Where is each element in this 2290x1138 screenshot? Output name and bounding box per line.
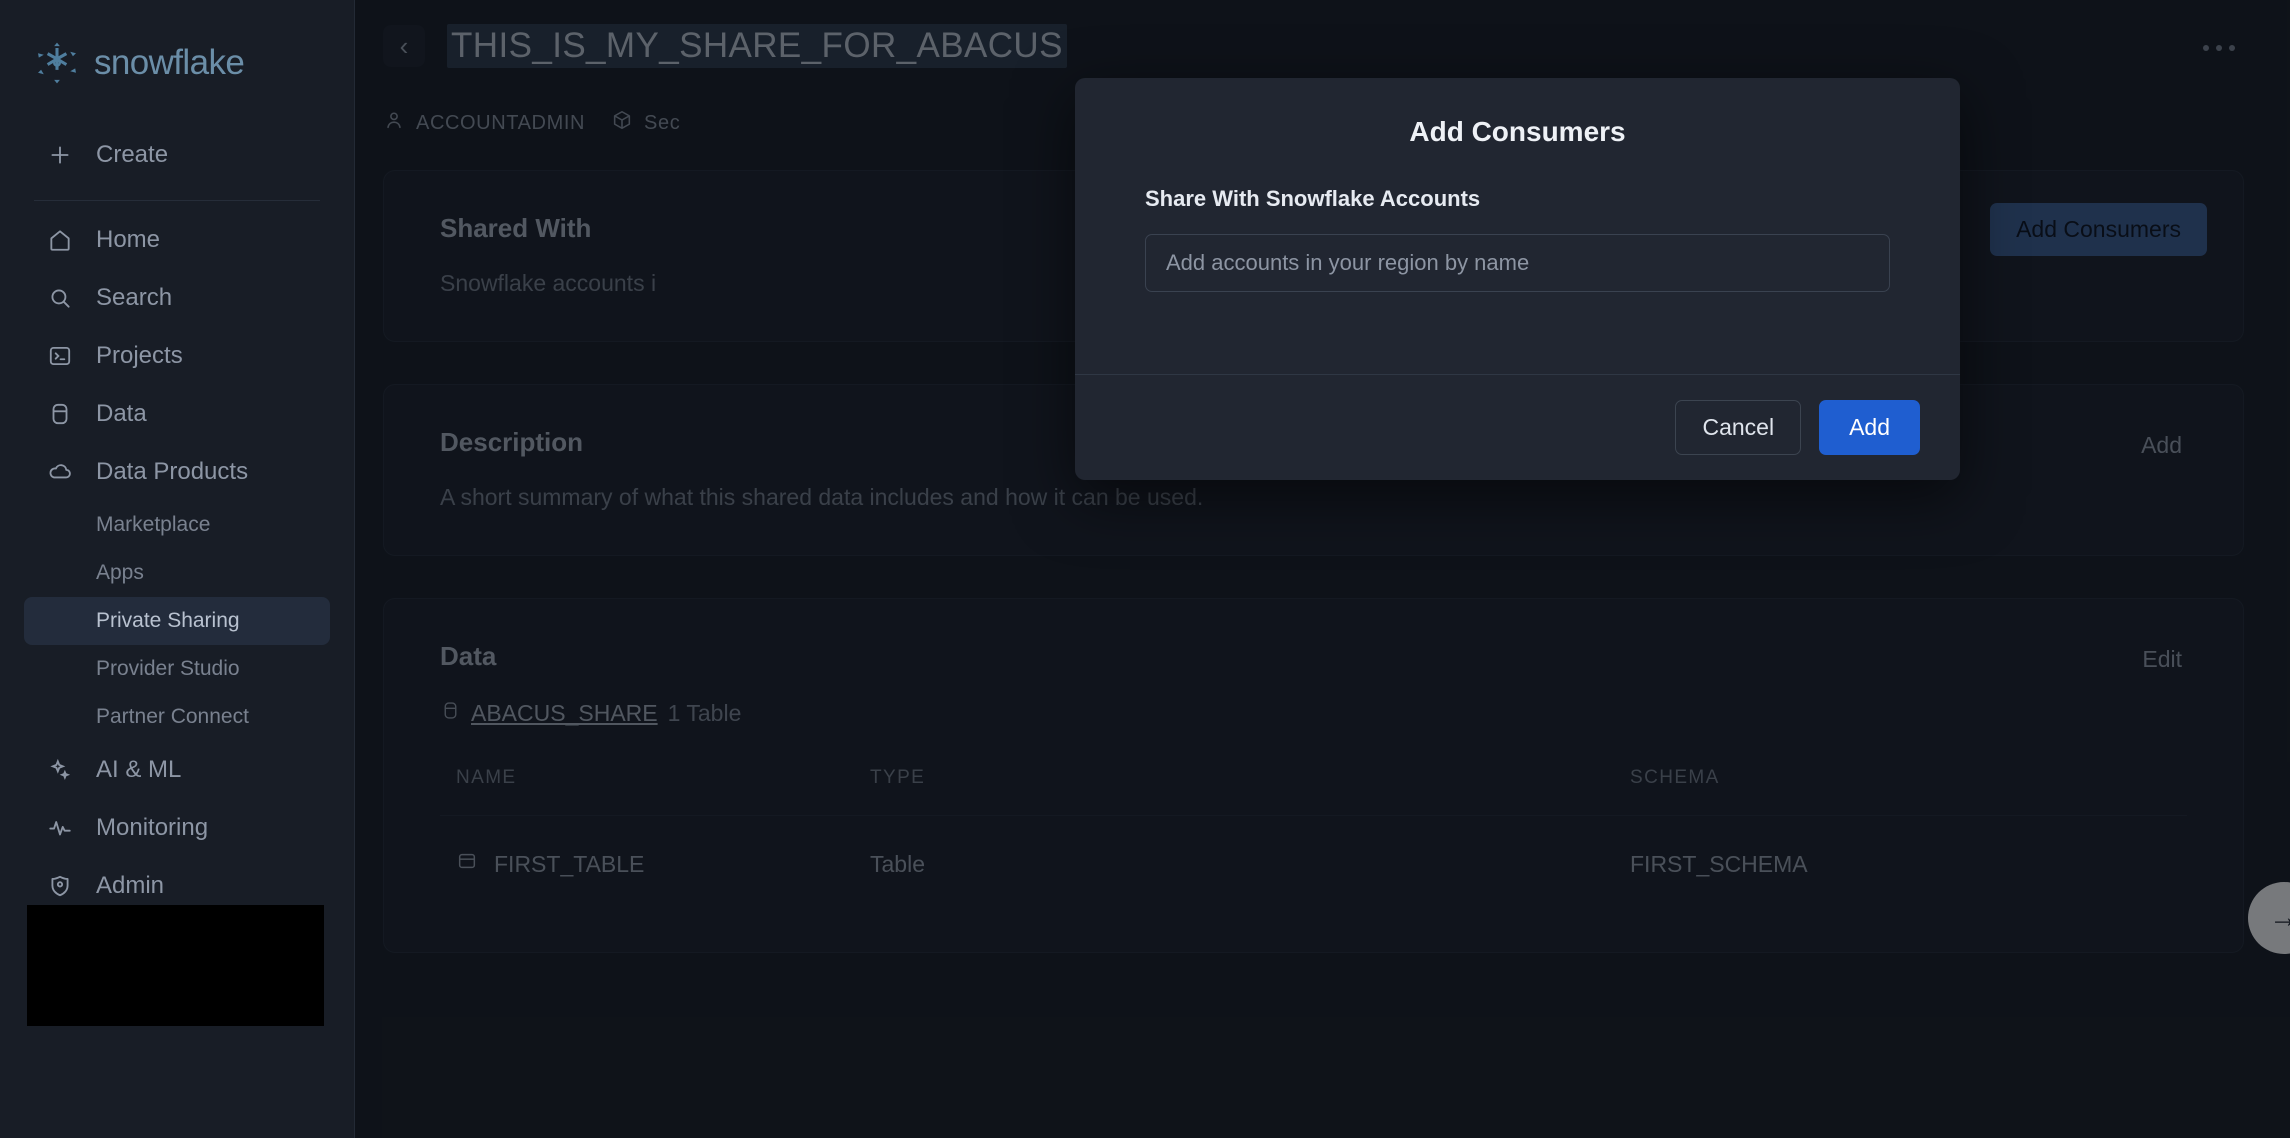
sidebar-item-create[interactable]: Create [24,126,330,184]
activity-icon [46,814,74,842]
sidebar-item-projects[interactable]: Projects [24,327,330,385]
dialog-body: Share With Snowflake Accounts [1075,186,1960,374]
brand-logo[interactable]: snowflake [0,26,354,88]
sidebar-item-label: Monitoring [96,814,208,842]
sidebar-item-apps[interactable]: Apps [24,549,330,597]
cloud-icon [46,458,74,486]
sidebar-subitem-label: Partner Connect [96,705,249,729]
dialog-header: Add Consumers [1075,78,1960,186]
add-button[interactable]: Add [1819,400,1920,455]
sidebar-subitem-label: Marketplace [96,513,210,537]
home-icon [46,226,74,254]
snowflake-logo-icon [34,40,80,86]
brand-name: snowflake [94,43,244,83]
sidebar-item-label: Create [96,141,168,169]
add-consumers-dialog: Add Consumers Share With Snowflake Accou… [1075,78,1960,480]
sidebar-item-label: AI & ML [96,756,181,784]
sidebar-subitem-label: Apps [96,561,144,585]
sidebar-subitem-label: Private Sharing [96,609,240,633]
dialog-footer: Cancel Add [1075,374,1960,480]
plus-icon [46,141,74,169]
sidebar-item-search[interactable]: Search [24,269,330,327]
accounts-input[interactable] [1145,234,1890,292]
sidebar-item-label: Home [96,226,160,254]
sidebar-divider [34,200,320,201]
sidebar-item-marketplace[interactable]: Marketplace [24,501,330,549]
sidebar-item-data-products[interactable]: Data Products [24,443,330,501]
sidebar-item-private-sharing[interactable]: Private Sharing [24,597,330,645]
sidebar-item-partner-connect[interactable]: Partner Connect [24,693,330,741]
cancel-button[interactable]: Cancel [1675,400,1801,455]
sidebar-item-label: Data Products [96,458,248,486]
sparkle-icon [46,756,74,784]
redacted-region [27,905,324,1026]
dialog-title: Add Consumers [1409,116,1625,148]
sidebar-item-label: Projects [96,342,183,370]
sidebar-item-provider-studio[interactable]: Provider Studio [24,645,330,693]
main-content: ‹ THIS_IS_MY_SHARE_FOR_ABACUS ACCOUNTADM… [355,0,2290,1138]
sidebar-item-ai-ml[interactable]: AI & ML [24,741,330,799]
shield-person-icon [46,872,74,900]
sidebar-item-label: Data [96,400,147,428]
sidebar-item-data[interactable]: Data [24,385,330,443]
sidebar-subitem-label: Provider Studio [96,657,240,681]
terminal-icon [46,342,74,370]
accounts-field-label: Share With Snowflake Accounts [1145,186,1890,212]
search-icon [46,284,74,312]
sidebar-item-home[interactable]: Home [24,211,330,269]
sidebar-item-monitoring[interactable]: Monitoring [24,799,330,857]
sidebar: snowflake Create Home Search [0,0,355,1138]
sidebar-nav-top: Create Home Search Projects [0,126,354,915]
sidebar-item-label: Admin [96,872,164,900]
sidebar-item-label: Search [96,284,172,312]
app-root: snowflake Create Home Search [0,0,2290,1138]
database-icon [46,400,74,428]
